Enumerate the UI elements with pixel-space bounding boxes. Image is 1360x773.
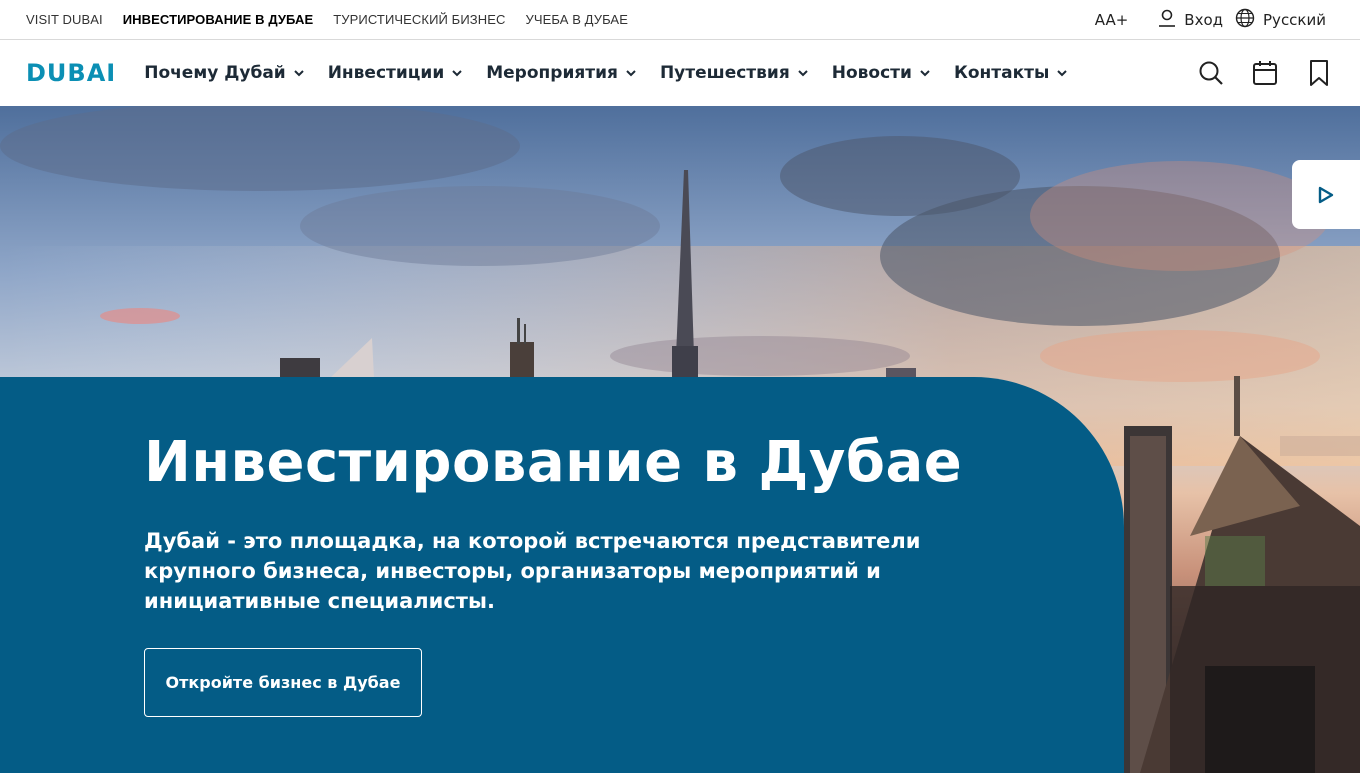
link-visit-dubai[interactable]: VISIT DUBAI bbox=[26, 12, 103, 27]
start-business-button[interactable]: Откройте бизнес в Дубае bbox=[144, 648, 422, 717]
language-selector[interactable]: Русский bbox=[1235, 8, 1326, 32]
link-tourism-business[interactable]: ТУРИСТИЧЕСКИЙ БИЗНЕС bbox=[333, 12, 505, 27]
search-button[interactable] bbox=[1196, 58, 1226, 88]
menu-events[interactable]: Мероприятия bbox=[486, 63, 636, 83]
menu-label: Контакты bbox=[953, 63, 1050, 83]
chevron-down-icon bbox=[293, 69, 304, 76]
link-study-in-dubai[interactable]: УЧЕБА В ДУБАЕ bbox=[525, 12, 628, 27]
bookmark-button[interactable] bbox=[1304, 58, 1334, 88]
play-icon bbox=[1318, 186, 1334, 203]
menu-investments[interactable]: Инвестиции bbox=[328, 63, 463, 83]
menu-label: Почему Дубай bbox=[144, 63, 286, 83]
menu-label: Инвестиции bbox=[327, 63, 445, 83]
chevron-down-icon bbox=[452, 69, 462, 76]
dubai-logo[interactable]: DUBAI bbox=[26, 59, 116, 87]
hero-subtitle: Дубай - это площадка, на которой встреча… bbox=[144, 529, 921, 613]
globe-icon bbox=[1235, 8, 1255, 32]
link-invest-in-dubai[interactable]: ИНВЕСТИРОВАНИЕ В ДУБАЕ bbox=[123, 12, 314, 27]
top-utility-bar: VISIT DUBAI ИНВЕСТИРОВАНИЕ В ДУБАЕ ТУРИС… bbox=[0, 0, 1360, 40]
search-icon bbox=[1199, 61, 1223, 85]
hero-section: Инвестирование в Дубае Дубай - это площа… bbox=[0, 106, 1360, 773]
nav-actions bbox=[1196, 58, 1334, 88]
font-size-toggle[interactable]: AA+ bbox=[1095, 11, 1129, 29]
language-label: Русский bbox=[1263, 10, 1326, 29]
main-menu: Почему Дубай Инвестиции Мероприятия Путе… bbox=[144, 63, 1068, 83]
chevron-down-icon bbox=[920, 69, 930, 76]
menu-label: Новости bbox=[831, 63, 912, 83]
play-video-button[interactable] bbox=[1292, 160, 1360, 229]
chevron-down-icon bbox=[626, 69, 636, 76]
site-links: VISIT DUBAI ИНВЕСТИРОВАНИЕ В ДУБАЕ ТУРИС… bbox=[26, 12, 628, 27]
menu-label: Мероприятия bbox=[486, 63, 618, 83]
menu-why-dubai[interactable]: Почему Дубай bbox=[144, 63, 304, 83]
calendar-icon bbox=[1253, 61, 1277, 85]
chevron-down-icon bbox=[1057, 69, 1068, 76]
chevron-down-icon bbox=[798, 69, 808, 76]
menu-contacts[interactable]: Контакты bbox=[953, 63, 1068, 83]
bookmark-icon bbox=[1310, 60, 1328, 86]
user-icon bbox=[1158, 8, 1176, 32]
menu-news[interactable]: Новости bbox=[832, 63, 930, 83]
login-label: Вход bbox=[1184, 10, 1224, 29]
logo-text: DUBAI bbox=[26, 59, 117, 87]
login-button[interactable]: Вход bbox=[1158, 8, 1223, 32]
calendar-button[interactable] bbox=[1250, 58, 1280, 88]
hero-title: Инвестирование в Дубае bbox=[144, 430, 963, 495]
main-nav: DUBAI Почему Дубай Инвестиции Мероприяти… bbox=[0, 40, 1360, 106]
menu-travel[interactable]: Путешествия bbox=[660, 63, 808, 83]
utility-actions: AA+ Вход Русский bbox=[1095, 8, 1334, 32]
menu-label: Путешествия bbox=[659, 63, 790, 83]
